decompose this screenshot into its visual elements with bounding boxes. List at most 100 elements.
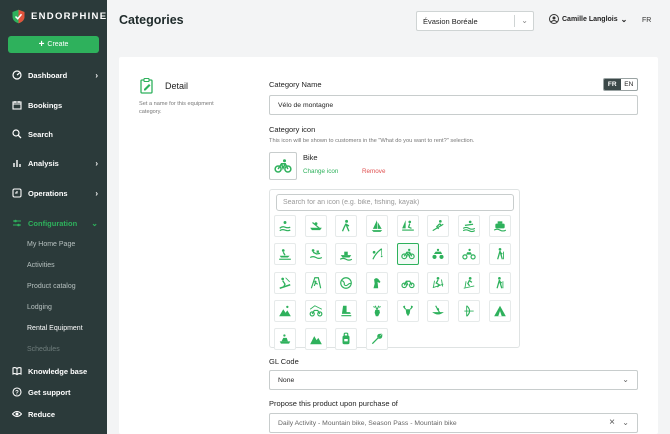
icon-option[interactable]: [304, 271, 327, 294]
tent-icon: [493, 304, 507, 318]
swimmer-icon: [278, 219, 292, 233]
icon-option[interactable]: [488, 243, 511, 266]
category-name-input[interactable]: Vélo de montagne: [269, 95, 638, 115]
hiker-icon: [339, 219, 353, 233]
sidebar-item-label: Bookings: [28, 100, 63, 110]
lang-option-en[interactable]: EN: [621, 79, 638, 90]
language-switcher[interactable]: FR: [642, 17, 651, 24]
sidebar-subitem-lodging[interactable]: Lodging: [27, 304, 52, 311]
propose-product-select[interactable]: Daily Activity - Mountain bike, Season P…: [269, 413, 638, 433]
help-icon: ?: [12, 387, 22, 397]
company-select[interactable]: Évasion Boréale ⌄: [416, 11, 534, 31]
create-button[interactable]: + Create: [8, 36, 99, 53]
icon-search-input[interactable]: [276, 194, 514, 211]
icon-option[interactable]: [366, 271, 389, 294]
clear-icon[interactable]: ×: [609, 417, 615, 428]
chart-icon: [12, 158, 22, 168]
sidebar-item-configuration[interactable]: Configuration ⌄: [12, 216, 102, 230]
boat-icon: [339, 247, 353, 262]
sidebar-item-dashboard[interactable]: Dashboard ›: [12, 68, 102, 82]
plus-icon: +: [38, 38, 45, 50]
gl-code-select[interactable]: None ⌄: [269, 370, 638, 390]
sidebar-item-operations[interactable]: Operations ›: [12, 186, 102, 200]
icon-option[interactable]: [274, 243, 296, 266]
sidebar-subitem-activities[interactable]: Activities: [27, 262, 55, 269]
sidebar-item-knowledge-base[interactable]: Knowledge base: [12, 364, 102, 378]
chevron-right-icon: ›: [95, 70, 98, 80]
mountains-icon: [309, 332, 323, 346]
kayak-icon: [309, 219, 323, 233]
icon-option[interactable]: [427, 299, 450, 322]
icon-option[interactable]: [396, 215, 419, 237]
sidebar-subitem-rental-equipment[interactable]: Rental Equipment: [27, 325, 83, 332]
sidebar: ENDORPHINE + Create Dashboard › Bookings…: [0, 0, 107, 434]
tools-icon: [370, 332, 384, 346]
waves-icon: [462, 219, 476, 233]
sidebar-item-label: Operations: [28, 188, 68, 198]
snowboard-icon: [278, 276, 292, 290]
user-menu[interactable]: Camille Langlois ⌄: [549, 14, 627, 24]
sidebar-item-search[interactable]: Search: [12, 127, 102, 141]
ferry-icon: [493, 219, 507, 233]
sidebar-item-reduce[interactable]: Reduce: [12, 407, 102, 421]
icon-option[interactable]: [488, 299, 511, 322]
icon-option[interactable]: [304, 328, 327, 351]
icon-option[interactable]: [396, 271, 419, 294]
icon-option[interactable]: [366, 299, 389, 322]
remove-icon-link[interactable]: Remove: [362, 168, 385, 175]
sidebar-item-get-support[interactable]: ? Get support: [12, 385, 102, 399]
logo-shield-icon: [12, 9, 25, 24]
sidebar-item-bookings[interactable]: Bookings: [12, 98, 102, 112]
icon-option[interactable]: [304, 299, 327, 322]
user-name: Camille Langlois: [562, 15, 618, 23]
sidebar-subitem-product-catalog[interactable]: Product catalog: [27, 283, 76, 290]
icon-option[interactable]: [458, 271, 481, 294]
icon-option[interactable]: [335, 215, 358, 237]
search-icon: [12, 129, 22, 139]
operations-icon: [12, 188, 22, 198]
icon-option[interactable]: [304, 215, 327, 237]
icon-option[interactable]: [274, 215, 296, 237]
icon-option[interactable]: [335, 271, 358, 294]
icon-option[interactable]: [304, 243, 327, 266]
icon-option[interactable]: [427, 215, 450, 237]
icon-option[interactable]: [396, 243, 419, 266]
icon-option[interactable]: [458, 299, 481, 322]
icon-option[interactable]: [366, 243, 389, 266]
icon-option[interactable]: [274, 271, 296, 294]
calendar-icon: [12, 100, 22, 110]
lang-option-fr[interactable]: FR: [604, 79, 621, 90]
ski-touring-icon: [462, 276, 476, 290]
snowmobile-icon: [278, 332, 292, 346]
icon-option[interactable]: [274, 299, 296, 322]
change-icon-link[interactable]: Change icon: [303, 168, 338, 175]
icon-option[interactable]: [488, 215, 511, 237]
icon-option[interactable]: [458, 243, 481, 266]
icon-option[interactable]: [335, 243, 358, 266]
icon-option[interactable]: [458, 215, 481, 237]
bicycle-icon: [401, 276, 415, 290]
icon-option[interactable]: [427, 243, 450, 266]
chevron-right-icon: ›: [95, 158, 98, 168]
icon-option[interactable]: [396, 299, 419, 322]
fishing-icon: [370, 247, 384, 261]
clipboard-edit-icon: [140, 78, 153, 94]
icon-option[interactable]: [335, 299, 358, 322]
sidebar-subitem-my-home-page[interactable]: My Home Page: [27, 241, 75, 248]
icon-option[interactable]: [274, 328, 296, 351]
company-select-value: Évasion Boréale: [423, 16, 478, 26]
icon-option[interactable]: [335, 328, 358, 351]
language-toggle[interactable]: FR EN: [603, 78, 638, 91]
sidebar-subitem-schedules[interactable]: Schedules: [27, 346, 60, 353]
icon-option[interactable]: [488, 271, 511, 294]
icon-option[interactable]: [366, 215, 389, 237]
globe-icon: [339, 276, 353, 290]
icon-option[interactable]: [366, 328, 389, 351]
brand-logo[interactable]: ENDORPHINE: [11, 9, 107, 24]
windsurf-icon: [401, 219, 415, 233]
svg-text:?: ?: [15, 390, 19, 396]
propose-product-label: Propose this product upon purchase of: [269, 399, 398, 408]
icon-option[interactable]: [427, 271, 450, 294]
sidebar-item-label: Configuration: [28, 218, 78, 228]
sidebar-item-analysis[interactable]: Analysis ›: [12, 156, 102, 170]
